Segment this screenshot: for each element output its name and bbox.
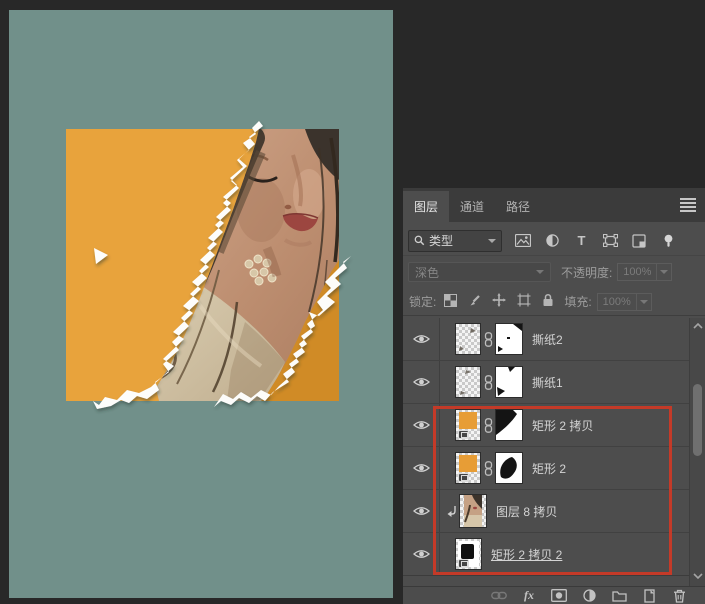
shape-badge-icon <box>458 559 469 568</box>
layer-thumbnail[interactable] <box>456 367 480 397</box>
visibility-toggle[interactable] <box>403 490 440 532</box>
visibility-toggle[interactable] <box>403 404 440 446</box>
scroll-down-icon[interactable] <box>692 570 704 582</box>
blend-mode-dropdown[interactable]: 深色 <box>408 262 551 282</box>
shape-layer-thumbnail[interactable] <box>456 410 480 440</box>
shape-badge-icon <box>458 430 469 439</box>
tab-paths[interactable]: 路径 <box>495 191 541 222</box>
layer-style-fx-button[interactable]: fx <box>521 588 537 603</box>
eye-icon <box>413 505 430 517</box>
filter-type-layers-icon[interactable]: T <box>572 233 590 249</box>
svg-text:T: T <box>577 234 585 247</box>
layers-list: 撕纸2 撕纸1 <box>403 318 705 586</box>
lock-artboard-icon[interactable] <box>517 293 531 310</box>
search-icon <box>414 235 425 246</box>
document-canvas[interactable] <box>9 10 393 598</box>
panel-bottom-bar: fx <box>403 586 705 604</box>
mask-link-icon <box>484 332 493 347</box>
visibility-toggle[interactable] <box>403 447 440 489</box>
panel-menu-icon[interactable] <box>680 198 696 210</box>
layer-row-rect2[interactable]: 矩形 2 <box>403 447 705 490</box>
shape-badge-icon <box>458 473 469 482</box>
tab-layers[interactable]: 图层 <box>403 191 449 222</box>
layer-name: 矩形 2 拷贝 <box>532 417 593 434</box>
filter-smart-objects-icon[interactable] <box>630 233 648 249</box>
visibility-toggle[interactable] <box>403 361 440 403</box>
filter-adjustment-layers-icon[interactable] <box>543 233 561 249</box>
layers-scrollbar[interactable] <box>689 318 705 586</box>
opacity-dropdown-arrow[interactable] <box>657 263 672 281</box>
layers-panel: 图层 通道 路径 类型 T <box>403 188 705 604</box>
add-layer-mask-button[interactable] <box>551 588 567 603</box>
eye-icon <box>413 419 430 431</box>
layer-mask-thumbnail[interactable] <box>496 367 522 397</box>
torn-paper-artwork <box>9 10 393 598</box>
filter-pixel-layers-icon[interactable] <box>514 233 532 249</box>
lock-all-icon[interactable] <box>542 293 554 310</box>
layer-mask-thumbnail[interactable] <box>496 453 522 483</box>
lock-row: 锁定: 填充: 100% <box>403 288 705 316</box>
layer-name: 撕纸2 <box>532 331 563 348</box>
opacity-label: 不透明度: <box>561 264 612 281</box>
layer-thumbnail[interactable] <box>456 324 480 354</box>
layer-name: 撕纸1 <box>532 374 563 391</box>
layer-row-rect2-copy[interactable]: 矩形 2 拷贝 <box>403 404 705 447</box>
eye-icon <box>413 548 430 560</box>
layer-row-sizhi1[interactable]: 撕纸1 <box>403 361 705 404</box>
link-layers-icon[interactable] <box>491 588 507 603</box>
chevron-down-icon <box>536 270 544 274</box>
filter-shape-layers-icon[interactable] <box>601 233 619 249</box>
fill-dropdown-arrow[interactable] <box>637 293 652 311</box>
fill-value[interactable]: 100% <box>597 293 637 311</box>
lock-transparency-icon[interactable] <box>444 294 457 310</box>
opacity-value[interactable]: 100% <box>617 263 657 281</box>
mask-link-icon <box>484 461 493 476</box>
filter-toggle-icon[interactable] <box>659 233 677 249</box>
eye-icon <box>413 376 430 388</box>
layer-mask-thumbnail[interactable] <box>496 324 522 354</box>
eye-icon <box>413 333 430 345</box>
fill-label: 填充: <box>564 293 591 310</box>
delete-layer-trash-button[interactable] <box>671 588 687 603</box>
blend-mode-row: 深色 不透明度: 100% <box>403 258 705 286</box>
scroll-up-icon[interactable] <box>692 320 704 332</box>
chevron-down-icon <box>488 239 496 243</box>
layer-filter-row: 类型 T <box>403 226 705 256</box>
shape-layer-thumbnail[interactable] <box>456 539 481 569</box>
mask-link-icon <box>484 375 493 390</box>
layer-mask-thumbnail[interactable] <box>496 410 522 440</box>
layer-name: 图层 8 拷贝 <box>496 503 557 520</box>
new-layer-button[interactable] <box>641 588 657 603</box>
lock-pixels-brush-icon[interactable] <box>468 294 481 310</box>
visibility-toggle[interactable] <box>403 318 440 360</box>
image-layer-thumbnail[interactable] <box>460 495 486 527</box>
tab-channels[interactable]: 通道 <box>449 191 495 222</box>
lock-label: 锁定: <box>409 293 436 310</box>
scrollbar-thumb[interactable] <box>693 384 702 456</box>
layer-row-sizhi2[interactable]: 撕纸2 <box>403 318 705 361</box>
layer-name: 矩形 2 拷贝 2 <box>491 546 562 563</box>
layer-row-layer8-copy[interactable]: 图层 8 拷贝 <box>403 490 705 533</box>
filter-type-dropdown[interactable]: 类型 <box>408 230 502 252</box>
mask-link-icon <box>484 418 493 433</box>
new-adjustment-layer-button[interactable] <box>581 588 597 603</box>
visibility-toggle[interactable] <box>403 533 440 575</box>
eye-icon <box>413 462 430 474</box>
panel-tab-bar: 图层 通道 路径 <box>403 188 705 222</box>
layer-row-rect2-copy2[interactable]: 矩形 2 拷贝 2 <box>403 533 705 576</box>
layer-name: 矩形 2 <box>532 460 566 477</box>
shape-layer-thumbnail[interactable] <box>456 453 480 483</box>
lock-position-move-icon[interactable] <box>492 293 506 310</box>
new-group-folder-button[interactable] <box>611 588 627 603</box>
clipping-mask-arrow-icon <box>447 505 457 518</box>
